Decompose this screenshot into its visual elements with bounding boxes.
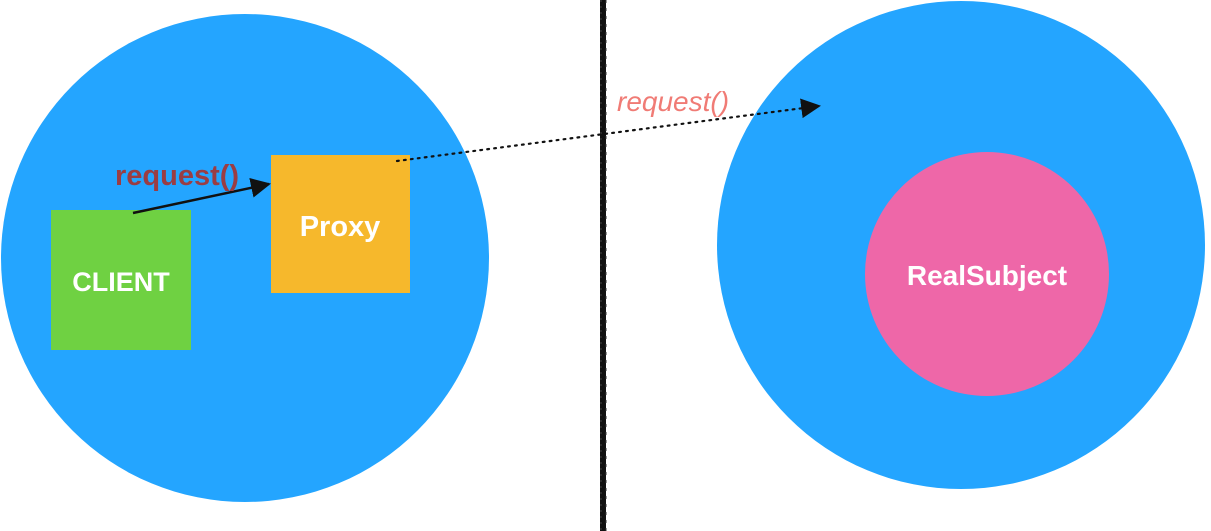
local-request-label: request() bbox=[115, 160, 239, 192]
real-subject-label: RealSubject bbox=[907, 260, 1067, 291]
proxy-pattern-diagram: request() request() CLIENT Proxy RealSub… bbox=[1, 0, 1205, 531]
client-label: CLIENT bbox=[72, 267, 170, 297]
remote-request-label: request() bbox=[617, 86, 729, 117]
proxy-label: Proxy bbox=[300, 211, 381, 243]
